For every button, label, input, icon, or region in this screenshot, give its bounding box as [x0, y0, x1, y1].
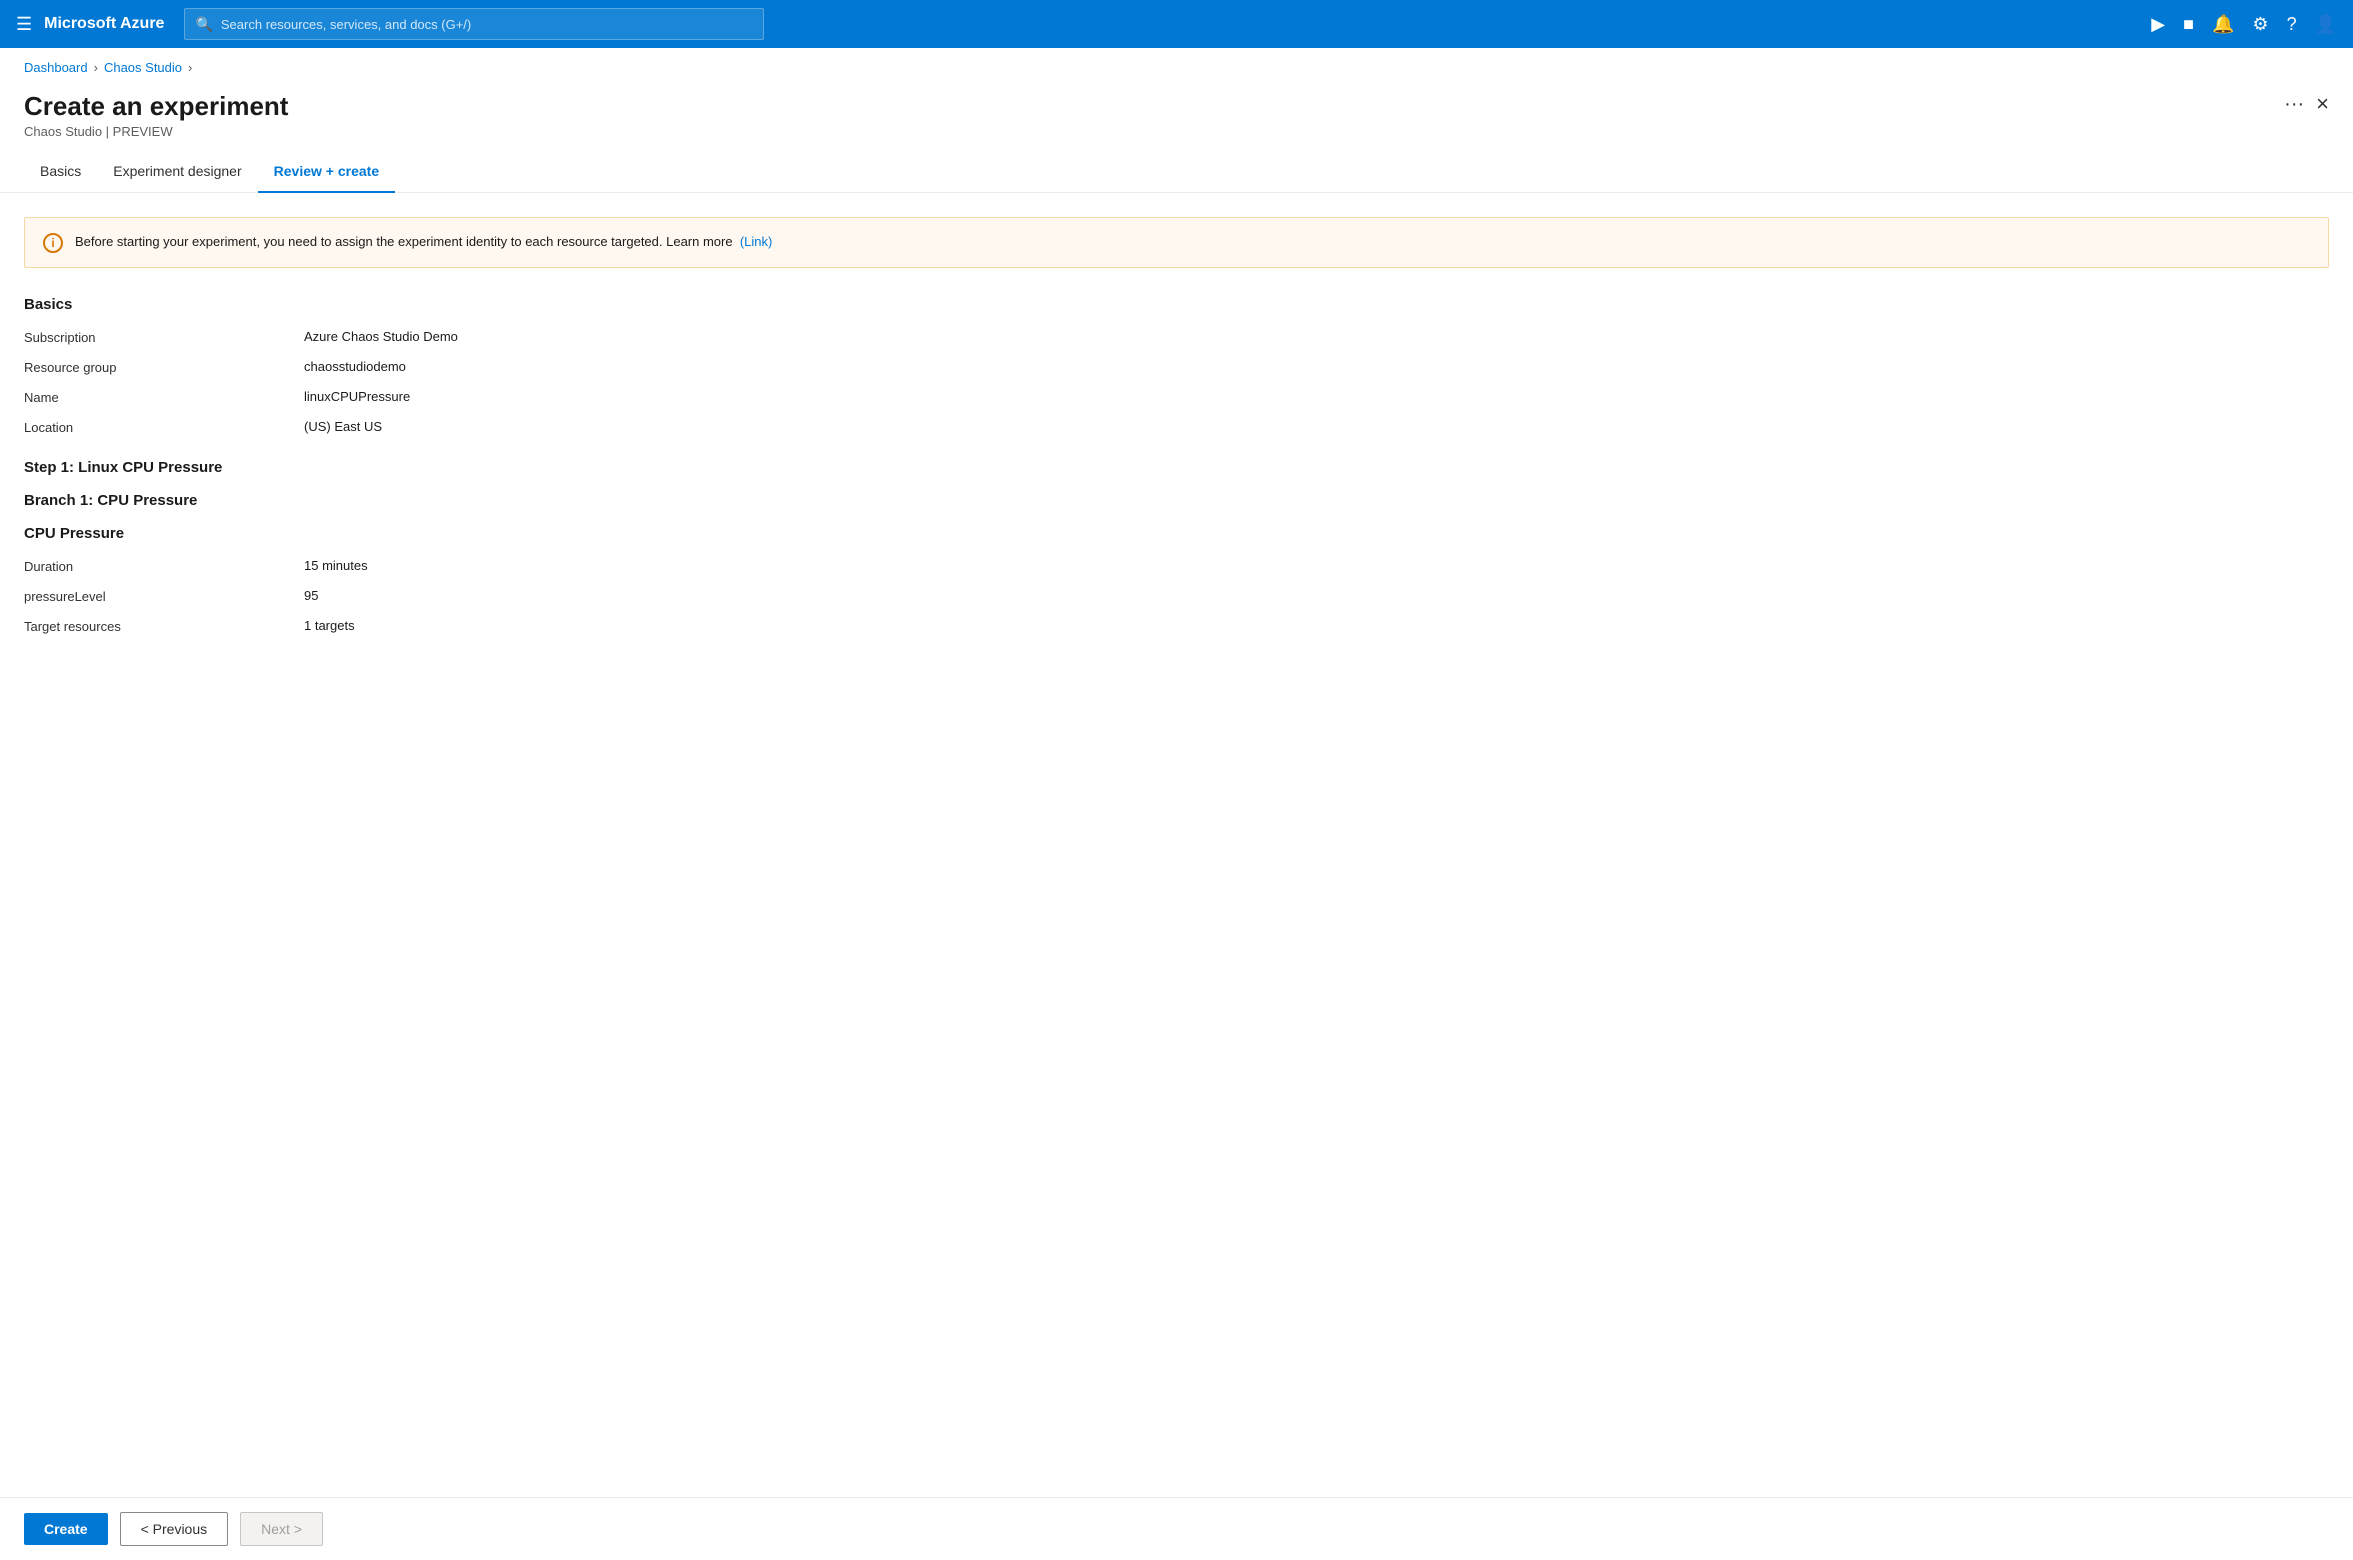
field-value-pressure-level: 95	[304, 588, 318, 603]
banner-text: Before starting your experiment, you nee…	[75, 232, 772, 252]
field-label-subscription: Subscription	[24, 329, 304, 345]
field-label-name: Name	[24, 389, 304, 405]
content: i Before starting your experiment, you n…	[0, 193, 2353, 728]
settings-icon[interactable]: ⚙	[2252, 14, 2268, 35]
cloud-shell-icon[interactable]: ▶	[2151, 14, 2165, 35]
field-label-location: Location	[24, 419, 304, 435]
top-nav-icons: ▶ ■ 🔔 ⚙ ? 👤	[2151, 14, 2337, 35]
tab-experiment-designer[interactable]: Experiment designer	[97, 155, 257, 193]
banner-link[interactable]: (Link)	[740, 234, 773, 249]
info-icon: i	[43, 233, 63, 253]
field-pressure-level: pressureLevel 95	[24, 588, 2329, 604]
search-icon: 🔍	[195, 16, 212, 33]
field-value-duration: 15 minutes	[304, 558, 368, 573]
field-value-resource-group: chaosstudiodemo	[304, 359, 406, 374]
brand-name: Microsoft Azure	[44, 15, 164, 33]
field-label-target-resources: Target resources	[24, 618, 304, 634]
fault-title: CPU Pressure	[24, 525, 2329, 542]
footer: Create < Previous Next >	[0, 1497, 2353, 1560]
tab-review-create[interactable]: Review + create	[258, 155, 395, 193]
field-value-target-resources: 1 targets	[304, 618, 355, 633]
info-banner: i Before starting your experiment, you n…	[24, 217, 2329, 268]
top-nav: ☰ Microsoft Azure 🔍 ▶ ■ 🔔 ⚙ ? 👤	[0, 0, 2353, 48]
breadcrumb-chaos-studio[interactable]: Chaos Studio	[104, 60, 182, 75]
page-header-left: Create an experiment Chaos Studio | PREV…	[24, 91, 288, 139]
breadcrumb-sep-1: ›	[94, 60, 98, 75]
field-value-subscription: Azure Chaos Studio Demo	[304, 329, 458, 344]
portal-icon[interactable]: ■	[2183, 14, 2194, 35]
field-subscription: Subscription Azure Chaos Studio Demo	[24, 329, 2329, 345]
tabs: Basics Experiment designer Review + crea…	[0, 139, 2353, 193]
notification-icon[interactable]: 🔔	[2212, 14, 2234, 35]
branch1-title: Branch 1: CPU Pressure	[24, 492, 2329, 509]
page-subtitle: Chaos Studio | PREVIEW	[24, 124, 288, 139]
field-target-resources: Target resources 1 targets	[24, 618, 2329, 634]
basics-section-title: Basics	[24, 296, 2329, 313]
create-button[interactable]: Create	[24, 1513, 108, 1545]
account-icon[interactable]: 👤	[2315, 14, 2337, 35]
hamburger-icon[interactable]: ☰	[16, 14, 32, 35]
next-button: Next >	[240, 1512, 323, 1546]
main-container: Dashboard › Chaos Studio › Create an exp…	[0, 48, 2353, 1560]
breadcrumb-sep-2: ›	[188, 60, 192, 75]
previous-button[interactable]: < Previous	[120, 1512, 229, 1546]
field-value-name: linuxCPUPressure	[304, 389, 410, 404]
help-icon[interactable]: ?	[2287, 14, 2297, 35]
breadcrumb-dashboard[interactable]: Dashboard	[24, 60, 88, 75]
field-location: Location (US) East US	[24, 419, 2329, 435]
more-options-button[interactable]: ···	[2284, 93, 2304, 116]
field-name: Name linuxCPUPressure	[24, 389, 2329, 405]
page-header-actions: ··· ×	[2284, 91, 2329, 117]
tab-basics[interactable]: Basics	[24, 155, 97, 193]
field-label-resource-group: Resource group	[24, 359, 304, 375]
field-resource-group: Resource group chaosstudiodemo	[24, 359, 2329, 375]
breadcrumb: Dashboard › Chaos Studio ›	[0, 48, 2353, 75]
field-label-duration: Duration	[24, 558, 304, 574]
page-title: Create an experiment	[24, 91, 288, 122]
field-label-pressure-level: pressureLevel	[24, 588, 304, 604]
page-header: Create an experiment Chaos Studio | PREV…	[0, 75, 2353, 139]
search-box[interactable]: 🔍	[184, 8, 764, 40]
search-input[interactable]	[221, 17, 754, 32]
field-value-location: (US) East US	[304, 419, 382, 434]
close-button[interactable]: ×	[2316, 91, 2329, 117]
field-duration: Duration 15 minutes	[24, 558, 2329, 574]
step1-title: Step 1: Linux CPU Pressure	[24, 459, 2329, 476]
